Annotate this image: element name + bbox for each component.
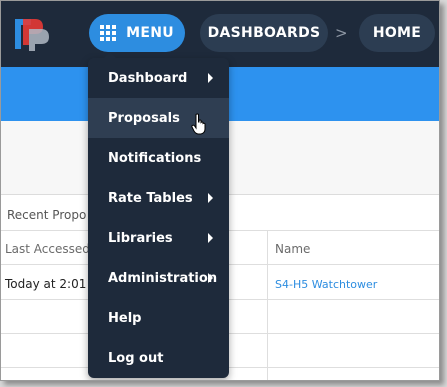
table-cell-last-accessed: Today at 2:01 <box>5 277 87 291</box>
breadcrumb-home[interactable]: HOME <box>359 14 435 52</box>
menu-item-libraries[interactable]: Libraries <box>88 218 229 258</box>
menu-button[interactable]: MENU <box>89 14 185 52</box>
menu-item-label: Rate Tables <box>108 190 193 206</box>
breadcrumb-dashboards-label: DASHBOARDS <box>207 25 321 41</box>
main-menu-dropdown: Dashboard Proposals Notifications Rate T… <box>88 52 229 378</box>
menu-button-label: MENU <box>126 25 174 41</box>
menu-item-administration[interactable]: Administration <box>88 258 229 298</box>
menu-item-label: Libraries <box>108 230 173 246</box>
menu-item-log-out[interactable]: Log out <box>88 338 229 378</box>
hand-pointer-cursor-icon <box>191 113 206 135</box>
grid-icon <box>100 25 117 41</box>
breadcrumb-separator-icon: > <box>335 24 348 42</box>
submenu-arrow-icon <box>208 193 213 203</box>
column-divider <box>267 231 268 380</box>
proposal-link[interactable]: S4-H5 Watchtower <box>275 278 377 291</box>
menu-item-proposals[interactable]: Proposals <box>88 98 229 138</box>
menu-item-label: Notifications <box>108 150 202 166</box>
menu-item-label: Administration <box>108 270 218 286</box>
menu-item-help[interactable]: Help <box>88 298 229 338</box>
column-header-last-accessed[interactable]: Last Accessed <box>5 242 90 256</box>
menu-item-label: Dashboard <box>108 70 188 86</box>
menu-item-notifications[interactable]: Notifications <box>88 138 229 178</box>
submenu-arrow-icon <box>208 233 213 243</box>
menu-item-rate-tables[interactable]: Rate Tables <box>88 178 229 218</box>
submenu-arrow-icon <box>208 73 213 83</box>
menu-item-dashboard[interactable]: Dashboard <box>88 58 229 98</box>
menu-item-label: Log out <box>108 350 164 366</box>
submenu-arrow-icon <box>208 273 213 283</box>
breadcrumb-home-label: HOME <box>372 25 422 41</box>
app-window: MENU DASHBOARDS > HOME Recent Propo Last… <box>0 0 440 381</box>
column-header-name[interactable]: Name <box>275 242 310 256</box>
recent-proposals-title: Recent Propo <box>7 208 87 222</box>
breadcrumb-dashboards[interactable]: DASHBOARDS <box>200 14 328 52</box>
menu-item-label: Help <box>108 310 142 326</box>
company-logo[interactable] <box>11 15 53 53</box>
menu-item-label: Proposals <box>108 110 180 126</box>
